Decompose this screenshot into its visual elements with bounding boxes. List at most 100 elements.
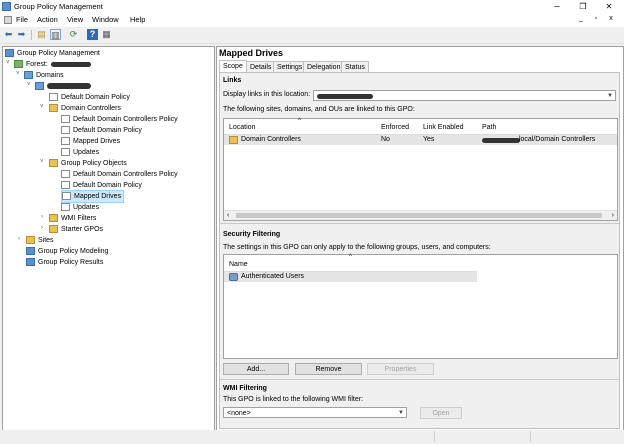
redacted-domain-name [47,83,91,90]
chevron-down-icon[interactable]: ˅ [40,104,44,110]
app-icon [2,2,11,11]
ou-icon [229,136,238,144]
gpo-link-icon [61,137,70,146]
properties-button[interactable]: Properties [367,363,434,375]
tree-gp-results[interactable]: Group Policy Results [26,257,103,268]
chevron-right-icon[interactable]: › [18,236,20,242]
refresh-icon[interactable]: ⟳ [68,29,79,40]
chevron-down-icon[interactable]: ˅ [27,82,31,88]
status-panel [530,431,623,442]
chevron-down-icon[interactable]: ˅ [6,60,10,66]
tree-forest[interactable]: Forest: [14,59,91,70]
gpo-link-icon [61,126,70,135]
show-hide-tree-icon[interactable]: ▥ [50,29,61,40]
tree-root[interactable]: Group Policy Management [5,48,100,59]
toolbar: ⬅ ➡ ▤ ▥ ⟳ ? ▦ [0,27,624,44]
redacted-forest-name [50,61,91,67]
close-button[interactable]: ✕ [596,0,622,13]
results-icon [26,258,35,267]
chevron-right-icon[interactable]: › [41,225,43,231]
tree-gpo-folder[interactable]: Group Policy Objects [49,158,127,169]
domains-icon [24,71,33,80]
sort-icon: ^ [298,118,301,124]
menu-view[interactable]: View [67,15,83,24]
tree-starter-gpos[interactable]: Starter GPOs [49,224,103,235]
menu-action[interactable]: Action [37,15,58,24]
links-list[interactable]: Location ^ Enforced Link Enabled Path Do… [223,118,618,221]
ou-icon [49,104,58,113]
status-bar [0,430,624,444]
table-row[interactable]: Domain Controllers No Yes .local/Domain … [224,135,617,145]
table-row[interactable]: Authenticated Users [224,272,477,282]
tree-dc-item[interactable]: Default Domain Controllers Policy [61,114,178,125]
scroll-thumb[interactable] [236,213,602,218]
sort-icon: ^ [349,254,352,260]
tree-dc-item[interactable]: Mapped Drives [61,136,120,147]
row-name: Authenticated Users [241,273,305,280]
modeling-icon [26,247,35,256]
folder-icon [49,225,58,234]
display-links-combo[interactable]: ▼ [313,90,616,101]
links-heading: Links [223,77,242,84]
col-location[interactable]: Location [229,124,255,131]
help-icon[interactable]: ? [87,29,98,40]
tree-default-domain-policy-link[interactable]: Default Domain Policy [49,92,130,103]
folder-icon [49,214,58,223]
col-path[interactable]: Path [482,124,496,131]
tree-domain[interactable] [35,81,91,92]
col-link-enabled[interactable]: Link Enabled [423,124,463,131]
scroll-right-icon[interactable]: › [612,211,614,220]
domain-icon [35,82,44,91]
chevron-down-icon[interactable]: ˅ [16,71,20,77]
add-button[interactable]: Add... [223,363,289,375]
menu-file[interactable]: File [16,15,28,24]
col-name[interactable]: Name [229,261,248,268]
tree-sites[interactable]: Sites [26,235,54,246]
menu-help[interactable]: Help [130,15,145,24]
mdi-close-button[interactable]: x [604,15,618,22]
wmi-filter-select[interactable]: <none> ▼ [223,407,407,418]
tree-gp-modeling[interactable]: Group Policy Modeling [26,246,108,257]
back-icon[interactable]: ⬅ [3,29,14,40]
minimize-button[interactable]: ─ [544,0,570,13]
gpo-icon [61,203,70,212]
tree-gpo-item[interactable]: Updates [61,202,99,213]
mdi-restore-button[interactable]: ▫ [589,15,603,22]
mdi-minimize-button[interactable]: _ [574,15,588,22]
tree-domains[interactable]: Domains [24,70,64,81]
console-icon[interactable]: ▦ [101,29,112,40]
security-list[interactable]: ^ Name Authenticated Users [223,254,618,359]
wmi-heading: WMI Filtering [223,385,267,392]
tree-domain-controllers[interactable]: Domain Controllers [49,103,121,114]
folder-icon [49,159,58,168]
tree-wmi-filters[interactable]: WMI Filters [49,213,96,224]
scope-tab-content: Links Display links in this location: ▼ … [219,72,620,429]
wmi-description: This GPO is linked to the following WMI … [223,396,364,403]
col-enforced[interactable]: Enforced [381,124,409,131]
tree-gpo-item[interactable]: Default Domain Controllers Policy [61,169,178,180]
menu-window[interactable]: Window [92,15,119,24]
scroll-left-icon[interactable]: ‹ [227,211,229,220]
forward-icon[interactable]: ➡ [16,29,27,40]
chevron-down-icon[interactable]: ˅ [40,159,44,165]
links-h-scrollbar[interactable]: ‹ › [224,210,617,220]
tab-strip: Scope Details Settings Delegation Status [219,60,419,73]
chevron-right-icon[interactable]: › [41,214,43,220]
gpo-icon [62,192,71,201]
remove-button[interactable]: Remove [295,363,362,375]
tree-dc-item[interactable]: Default Domain Policy [61,125,142,136]
row-path: .local/Domain Controllers [517,136,596,143]
tree-dc-item[interactable]: Updates [61,147,99,158]
toolbar-separator [31,30,32,40]
open-button[interactable]: Open [420,407,462,419]
users-group-icon [229,273,238,281]
chevron-down-icon: ▼ [607,93,613,99]
restore-button[interactable]: ❐ [570,0,596,13]
menu-bar: File Action View Window Help _ ▫ x [0,13,624,27]
redacted-location [317,93,373,99]
section-divider [220,379,619,380]
security-description: The settings in this GPO can only apply … [223,244,491,251]
folder-up-icon[interactable]: ▤ [36,29,47,40]
forest-icon [14,60,23,69]
row-enforced: No [381,136,390,143]
